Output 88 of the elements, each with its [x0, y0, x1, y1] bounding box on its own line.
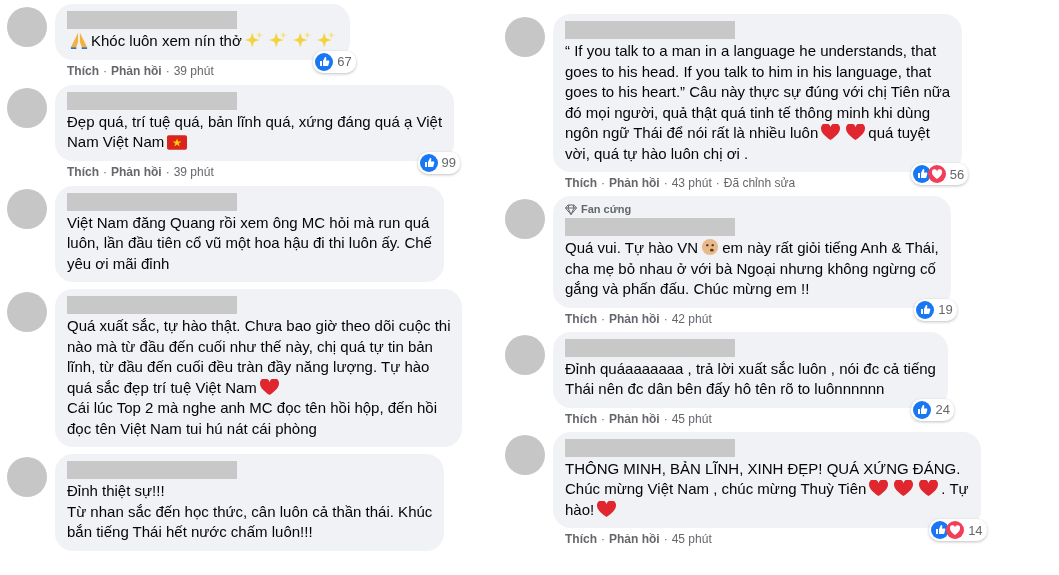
action-link[interactable]: Thích [67, 164, 99, 179]
reaction-count[interactable]: 67 [313, 50, 356, 73]
comment-text: Đỉnh quáaaaaaaa , trả lời xuất sắc luôn , nói đc cả tiếng Thái nên đc dân bên đấy hô tên rõ to luônnnnnn [565, 358, 936, 399]
action-link[interactable]: Phản hồi [609, 532, 660, 546]
heart-icon [821, 124, 841, 141]
sparkles-icon [316, 31, 335, 49]
heart-icon [919, 480, 939, 497]
like-icon [315, 52, 334, 71]
face-icon [701, 238, 720, 256]
separator-dot: · [663, 532, 668, 546]
heart-icon [846, 124, 866, 141]
heart-icon [869, 480, 889, 497]
comment-text: Khóc luôn xem nín thở [91, 31, 242, 51]
separator-dot: · [715, 176, 720, 190]
comment-time: 43 phút [671, 176, 712, 190]
separator-dot: · [601, 532, 605, 546]
flag-icon [167, 135, 188, 150]
comment-text: Cái lúc Top 2 mà nghe anh MC đọc tên hồi hộp, đến hồi đọc tên Việt Nam tui hú nát cái phòng [67, 398, 437, 439]
sparkles-icon [244, 31, 263, 49]
comment-time: 39 phút [173, 63, 214, 78]
heart-icon [259, 378, 279, 396]
comment-time: 45 phút [671, 532, 712, 546]
separator-dot: · [165, 164, 170, 179]
sparkles-icon [268, 31, 287, 49]
reaction-count[interactable]: 14 [929, 519, 987, 541]
avatar[interactable] [7, 457, 47, 497]
comment-text: ngôn ngữ Thái để nói rất là nhiều luôn [565, 123, 819, 143]
comment-text: THÔNG MINH, BẢN LĨNH, XINH ĐẸP! QUÁ XỨNG ĐÁNG. [565, 458, 961, 479]
comment-text: . Tự [941, 479, 969, 499]
separator-dot: · [663, 311, 668, 326]
edited-label: Đã chỉnh sửa [723, 176, 796, 190]
comment-text: em này rất giỏi tiếng Anh & Thái, [722, 238, 939, 258]
like-icon [419, 153, 438, 172]
action-link[interactable]: Thích [565, 311, 597, 326]
action-link[interactable]: Thích [565, 532, 597, 546]
separator-dot: · [601, 411, 605, 426]
comment-time: 39 phút [173, 164, 214, 179]
comment-text: Đỉnh thiệt sự!!! Từ nhan sắc đến học thức, cân luôn cả thần thái. Khúc bắn tiếng Thái hết nước chấm luôn!!! [67, 481, 433, 542]
heart-icon [597, 500, 617, 518]
reaction-count[interactable]: 19 [914, 298, 957, 321]
comment-text: Chúc mừng Việt Nam , chúc mừng Thuỳ Tiên [565, 479, 867, 499]
like-icon [912, 165, 931, 183]
avatar[interactable] [7, 292, 47, 332]
comment-text: Việt Nam đăng Quang rồi xem ông MC hỏi mà run quá luôn, lần đầu tiên cổ vũ một hoa hậu đi thi luôn ấy. Chế yêu ơi mãi đỉnh [67, 212, 432, 274]
action-link[interactable]: Phản hồi [609, 176, 660, 190]
comment-text: Nam Việt Nam [67, 132, 165, 152]
praying-hands-icon [70, 31, 88, 49]
action-link[interactable]: Thích [565, 411, 597, 426]
separator-dot: · [663, 176, 668, 190]
action-link[interactable]: Thích [67, 63, 99, 78]
comment-text: cha mẹ bỏ nhau ở với bà Ngoại nhưng không ngừng cố gắng và phấn đấu. Chúc mừng em !! [565, 258, 936, 299]
avatar[interactable] [7, 87, 47, 128]
comment-time: 45 phút [671, 411, 712, 426]
action-link[interactable]: Phản hồi [111, 63, 162, 78]
separator-dot: · [103, 164, 107, 179]
badge-label: Fan cứng [581, 203, 632, 215]
separator-dot: · [165, 63, 170, 78]
reaction-count[interactable]: 24 [911, 398, 954, 421]
separator-dot: · [103, 63, 107, 78]
avatar[interactable] [505, 334, 545, 375]
comment-text: Đẹp quá, trí tuệ quá, bản lĩnh quá, xứng đáng quá ạ Việt [67, 111, 443, 132]
action-link[interactable]: Phản hồi [609, 311, 660, 326]
avatar[interactable] [505, 17, 545, 57]
separator-dot: · [663, 411, 668, 426]
like-icon [916, 300, 935, 319]
comment-text: hào! [565, 499, 595, 520]
comment-text: quá tuyệt [868, 123, 930, 143]
comment-text: vời, quá tự hào luôn chị ơi . [565, 143, 749, 164]
heart-reaction-icon [927, 165, 946, 183]
action-link[interactable]: Thích [565, 176, 597, 190]
heart-reaction-icon [946, 521, 965, 539]
avatar[interactable] [7, 188, 47, 229]
reaction-count[interactable]: 56 [910, 163, 969, 185]
like-icon [913, 400, 932, 419]
avatar[interactable] [505, 434, 545, 475]
separator-dot: · [601, 311, 605, 326]
avatar[interactable] [7, 7, 47, 47]
comment-text: Quá vui. Tự hào VN [565, 238, 699, 258]
separator-dot: · [601, 176, 605, 190]
diamond-icon [565, 203, 577, 215]
heart-icon [894, 480, 914, 497]
comment-text: quá sắc đẹp trí tuệ Việt Nam [67, 377, 257, 398]
avatar[interactable] [505, 199, 545, 239]
action-link[interactable]: Phản hồi [609, 411, 660, 426]
action-link[interactable]: Phản hồi [111, 164, 162, 179]
reaction-count[interactable]: 99 [417, 151, 461, 174]
comment-time: 42 phút [671, 311, 712, 326]
sparkles-icon [292, 31, 311, 49]
